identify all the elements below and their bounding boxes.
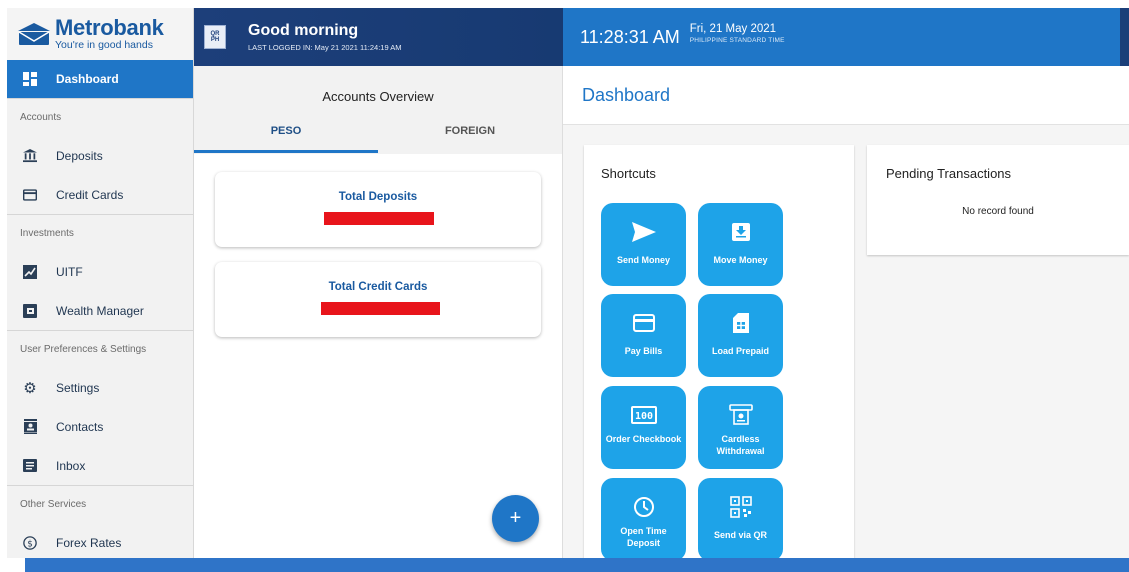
total-deposits-card[interactable]: Total Deposits — [215, 172, 541, 247]
accounts-overview-title: Accounts Overview — [322, 89, 434, 104]
sidebar-item-label: Dashboard — [56, 72, 119, 86]
add-button[interactable]: + — [492, 495, 539, 542]
move-money-button[interactable]: Move Money — [698, 203, 783, 286]
metrobank-logo-icon — [18, 23, 50, 45]
sidebar-section-investments: Investments — [7, 214, 193, 252]
bank-icon — [23, 148, 37, 163]
shortcut-label: Move Money — [713, 255, 768, 265]
currency-icon: $ — [23, 535, 37, 550]
wealth-icon — [23, 303, 37, 318]
redacted-amount — [321, 302, 440, 315]
bill-card-icon — [632, 311, 655, 335]
order-checkbook-button[interactable]: 100 Order Checkbook — [601, 386, 686, 469]
redacted-amount — [324, 212, 434, 225]
shortcut-label: Pay Bills — [624, 346, 663, 356]
shortcut-label: Open Time Deposit — [620, 526, 667, 548]
sidebar-item-label: Inbox — [56, 458, 86, 473]
sidebar-item-credit-cards[interactable]: Credit Cards — [7, 175, 193, 214]
inbox-icon — [23, 459, 37, 473]
greeting-title: Good morning — [248, 22, 359, 39]
total-credit-cards-label: Total Credit Cards — [328, 281, 428, 293]
sidebar-item-label: Wealth Manager — [56, 303, 144, 318]
sidebar-item-dashboard[interactable]: Dashboard — [7, 60, 193, 98]
pending-transactions-card: Pending Transactions No record found — [867, 145, 1129, 255]
dashboard-icon — [23, 72, 37, 86]
shortcuts-card: Shortcuts Send Money Move Money Pay Bill… — [584, 145, 854, 561]
empty-state: No record found — [962, 206, 1034, 217]
svg-text:$: $ — [27, 539, 33, 549]
shortcut-label: Cardless Withdrawal — [716, 434, 765, 456]
current-date: Fri, 21 May 2021 — [689, 22, 777, 35]
cardless-withdrawal-button[interactable]: Cardless Withdrawal — [698, 386, 783, 469]
svg-text:100: 100 — [634, 411, 652, 422]
send-via-qr-button[interactable]: Send via QR — [698, 478, 783, 561]
metrobank-logo[interactable]: Metrobank You're in good hands — [7, 8, 193, 60]
total-credit-cards-card[interactable]: Total Credit Cards — [215, 262, 541, 337]
brand-name: Metrobank — [55, 15, 164, 41]
total-deposits-label: Total Deposits — [338, 191, 418, 203]
sidebar-item-label: Credit Cards — [56, 187, 124, 202]
sidebar-item-forex-rates[interactable]: $ Forex Rates — [7, 523, 193, 558]
sidebar-item-deposits[interactable]: Deposits — [7, 136, 193, 175]
sidebar-item-wealth-manager[interactable]: Wealth Manager — [7, 291, 193, 330]
load-prepaid-button[interactable]: Load Prepaid — [698, 294, 783, 377]
pay-bills-button[interactable]: Pay Bills — [601, 294, 686, 377]
chart-icon — [23, 264, 37, 279]
checkbook-icon: 100 — [630, 403, 657, 427]
page-header: Dashboard — [563, 66, 1129, 125]
qr-icon — [729, 495, 752, 519]
timezone: PHILIPPINE STANDARD TIME — [689, 36, 785, 44]
atm-icon — [728, 403, 753, 427]
shortcut-label: Order Checkbook — [605, 434, 682, 444]
sidebar-section-other-services: Other Services — [7, 485, 193, 523]
send-money-button[interactable]: Send Money — [601, 203, 686, 286]
shortcut-label: Send via QR — [713, 530, 767, 540]
sidebar-item-settings[interactable]: ⚙ Settings — [7, 368, 193, 407]
sidebar-item-label: Forex Rates — [56, 535, 122, 550]
main-content: Dashboard Shortcuts Send Money Move Mone… — [563, 66, 1129, 561]
sidebar: Metrobank You're in good hands Dashboard… — [7, 8, 194, 558]
credit-card-icon — [23, 188, 37, 202]
sidebar-section-accounts: Accounts — [7, 98, 193, 136]
last-logged-in: LAST LOGGED IN: May 21 2021 11:24:19 AM — [248, 43, 402, 52]
sidebar-item-label: UITF — [56, 264, 83, 279]
sidebar-item-label: Contacts — [56, 419, 104, 434]
sidebar-section-preferences: User Preferences & Settings — [7, 330, 193, 368]
sidebar-item-inbox[interactable]: Inbox — [7, 446, 193, 485]
qr-badge-line: PH — [210, 37, 220, 43]
open-time-deposit-button[interactable]: Open Time Deposit — [601, 478, 686, 561]
brand-tagline: You're in good hands — [55, 39, 153, 52]
pending-transactions-title: Pending Transactions — [886, 166, 1012, 181]
sidebar-item-contacts[interactable]: Contacts — [7, 407, 193, 446]
bottom-bar — [25, 558, 1129, 572]
tab-peso[interactable]: PESO — [194, 123, 378, 153]
sidebar-item-uitf[interactable]: UITF — [7, 252, 193, 291]
clock: 11:28:31 AM — [580, 26, 680, 47]
contacts-icon — [23, 419, 37, 434]
gear-icon: ⚙ — [23, 379, 37, 397]
shortcut-label: Load Prepaid — [711, 346, 769, 356]
currency-tabs: PESO FOREIGN — [194, 123, 562, 153]
shortcuts-title: Shortcuts — [601, 166, 656, 181]
page-title: Dashboard — [582, 84, 671, 105]
move-money-icon — [731, 220, 750, 244]
greeting-header: QR PH Good morning LAST LOGGED IN: May 2… — [194, 8, 563, 66]
shortcut-label: Send Money — [616, 255, 670, 265]
sim-card-icon — [732, 311, 749, 335]
sidebar-item-label: Settings — [56, 380, 100, 395]
sidebar-item-label: Deposits — [56, 148, 103, 163]
send-icon — [631, 220, 657, 244]
accounts-overview-panel: Accounts Overview PESO FOREIGN Total Dep… — [194, 66, 563, 558]
timer-icon — [633, 495, 655, 519]
tab-foreign[interactable]: FOREIGN — [378, 123, 562, 153]
time-header: 11:28:31 AM Fri, 21 May 2021 PHILIPPINE … — [563, 8, 1129, 66]
qr-ph-icon[interactable]: QR PH — [204, 25, 226, 49]
